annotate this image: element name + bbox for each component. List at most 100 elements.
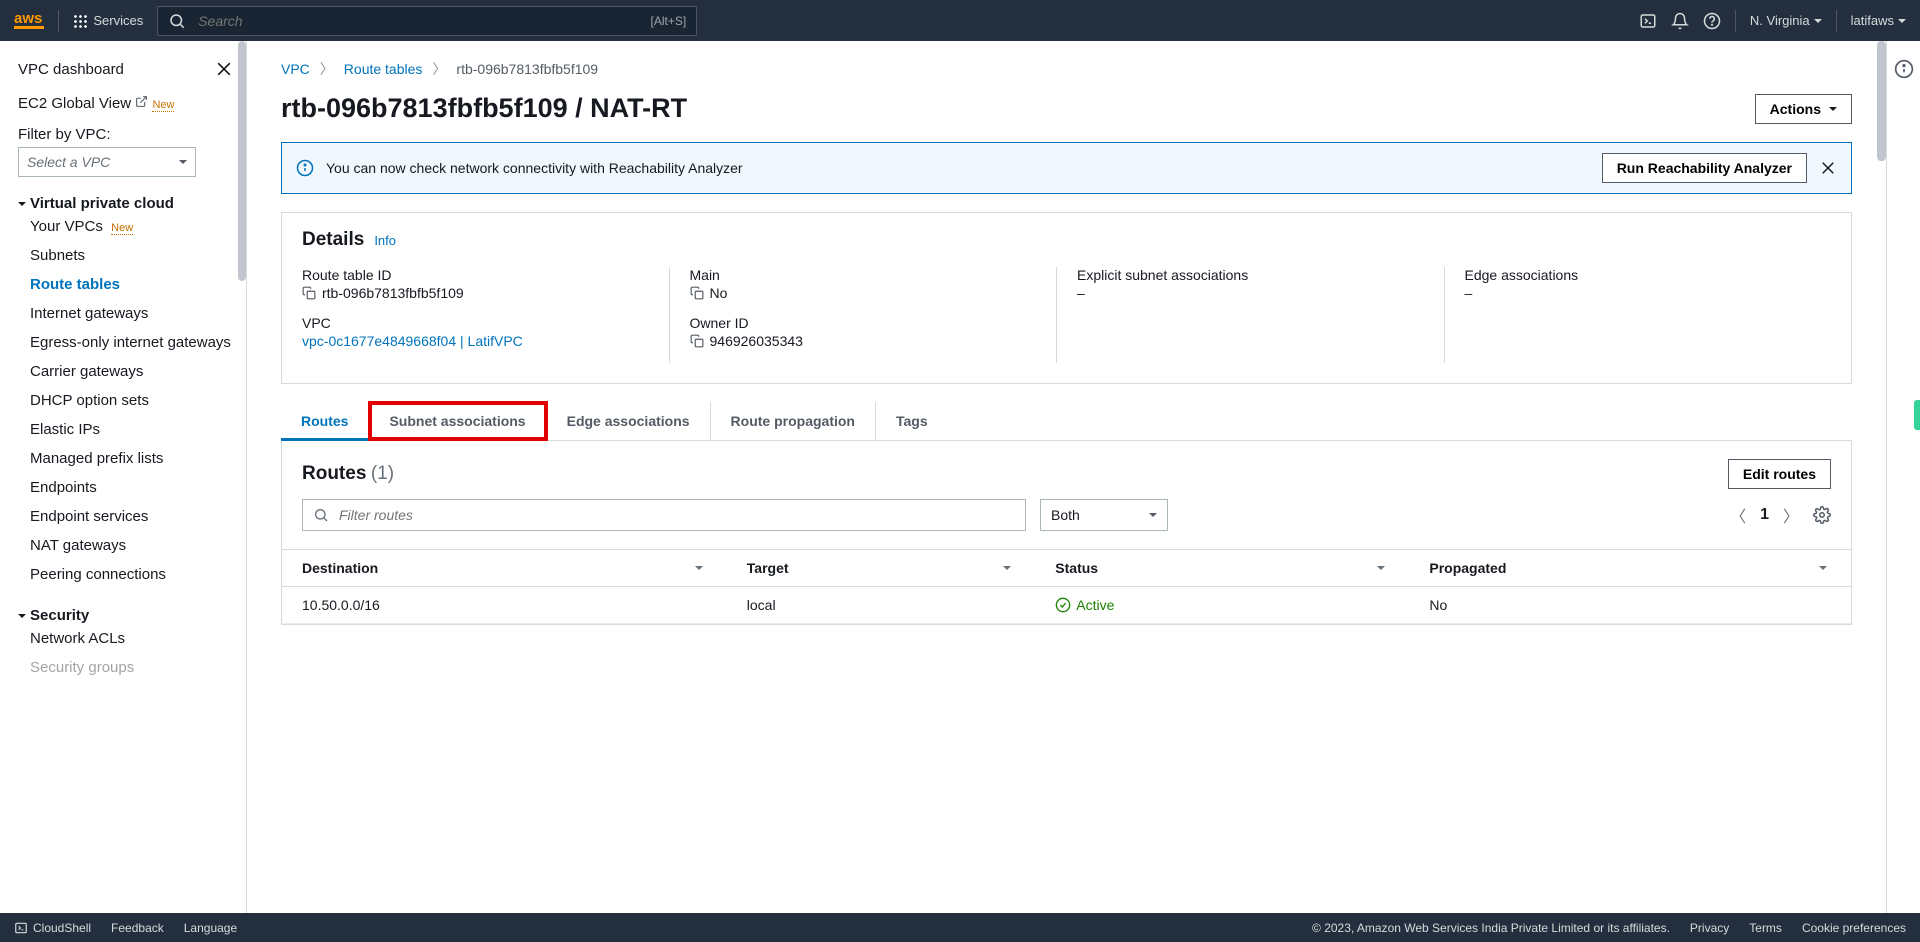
- filter-vpc-label: Filter by VPC:: [18, 126, 234, 143]
- sidebar-item-subnets[interactable]: Subnets: [18, 241, 234, 270]
- breadcrumb-current: rtb-096b7813fbfb5f109: [456, 61, 598, 77]
- sidebar-item-endpoint-services[interactable]: Endpoint services: [18, 502, 234, 531]
- tab-route-propagation[interactable]: Route propagation: [711, 402, 876, 440]
- new-badge: New: [152, 99, 174, 112]
- col-status[interactable]: Status: [1035, 550, 1409, 587]
- col-target[interactable]: Target: [727, 550, 1036, 587]
- routes-count: (1): [371, 463, 394, 484]
- terms-link[interactable]: Terms: [1749, 921, 1782, 935]
- breadcrumb-route-tables[interactable]: Route tables: [344, 61, 423, 77]
- explicit-subnet-value: –: [1077, 285, 1444, 301]
- divider: [58, 10, 59, 32]
- vpc-link[interactable]: vpc-0c1677e4849668f04 | LatifVPC: [302, 333, 523, 349]
- info-link[interactable]: Info: [374, 233, 396, 248]
- sidebar-item-your-vpcs[interactable]: Your VPCs New: [18, 212, 234, 241]
- pagination: 〈 1 〉: [1730, 503, 1831, 527]
- sidebar: VPC dashboard EC2 Global View New Filter…: [0, 41, 247, 913]
- tab-tags[interactable]: Tags: [876, 402, 948, 440]
- chevron-right-icon: 〉: [320, 59, 334, 79]
- cloudshell-link[interactable]: CloudShell: [14, 921, 91, 935]
- routes-table: Destination Target Status Propagated 10.…: [282, 549, 1851, 624]
- filter-routes-input[interactable]: [302, 499, 1026, 531]
- close-icon[interactable]: [214, 59, 234, 79]
- info-icon[interactable]: [1894, 59, 1914, 79]
- breadcrumb-vpc[interactable]: VPC: [281, 61, 310, 77]
- detail-label: VPC: [302, 315, 669, 331]
- main-content: VPC 〉 Route tables 〉 rtb-096b7813fbfb5f1…: [247, 41, 1886, 913]
- caret-down-icon: [1898, 19, 1906, 23]
- vpc-select[interactable]: Select a VPC: [18, 147, 196, 177]
- sidebar-item-nat-gateways[interactable]: NAT gateways: [18, 531, 234, 560]
- sidebar-item-endpoints[interactable]: Endpoints: [18, 473, 234, 502]
- tabs: Routes Subnet associations Edge associat…: [281, 402, 1852, 441]
- cell-propagated: No: [1409, 587, 1851, 624]
- detail-label: Route table ID: [302, 267, 669, 283]
- sidebar-item-peering[interactable]: Peering connections: [18, 560, 234, 589]
- both-select[interactable]: Both: [1040, 499, 1168, 531]
- feedback-tab[interactable]: [1914, 400, 1920, 430]
- search-input[interactable]: [Alt+S]: [157, 6, 697, 36]
- privacy-link[interactable]: Privacy: [1690, 921, 1729, 935]
- prev-page-button[interactable]: 〈: [1730, 503, 1746, 527]
- sidebar-item-dhcp[interactable]: DHCP option sets: [18, 386, 234, 415]
- next-page-button[interactable]: 〉: [1783, 503, 1799, 527]
- user-menu[interactable]: latifaws: [1851, 13, 1906, 28]
- sidebar-item-security-groups[interactable]: Security groups: [18, 653, 234, 682]
- caret-down-icon: [1829, 107, 1837, 111]
- sidebar-item-route-tables[interactable]: Route tables: [18, 270, 234, 299]
- edit-routes-button[interactable]: Edit routes: [1728, 459, 1831, 489]
- grid-icon: [73, 14, 87, 28]
- cookie-link[interactable]: Cookie preferences: [1802, 921, 1906, 935]
- cell-destination: 10.50.0.0/16: [282, 587, 727, 624]
- page-title: rtb-096b7813fbfb5f109 / NAT-RT: [281, 93, 687, 124]
- region-selector[interactable]: N. Virginia: [1750, 13, 1822, 28]
- reachability-banner: You can now check network connectivity w…: [281, 142, 1852, 194]
- filter-field[interactable]: [337, 506, 1015, 524]
- gear-icon[interactable]: [1813, 506, 1831, 524]
- copy-icon[interactable]: [690, 286, 704, 300]
- sidebar-item-egress-gateways[interactable]: Egress-only internet gateways: [18, 328, 234, 357]
- aws-logo[interactable]: aws: [14, 12, 44, 29]
- scrollbar[interactable]: [238, 41, 246, 281]
- col-propagated[interactable]: Propagated: [1409, 550, 1851, 587]
- table-row[interactable]: 10.50.0.0/16 local Active No: [282, 587, 1851, 624]
- language-link[interactable]: Language: [184, 921, 237, 935]
- detail-label: Explicit subnet associations: [1077, 267, 1444, 283]
- col-destination[interactable]: Destination: [282, 550, 727, 587]
- search-field[interactable]: [196, 12, 640, 30]
- actions-button[interactable]: Actions: [1755, 94, 1852, 124]
- external-link-icon: [135, 95, 148, 108]
- search-icon: [313, 507, 329, 523]
- sidebar-section-security[interactable]: Security: [18, 607, 234, 624]
- sidebar-item-internet-gateways[interactable]: Internet gateways: [18, 299, 234, 328]
- tab-edge-associations[interactable]: Edge associations: [547, 402, 711, 440]
- sort-icon: [695, 566, 703, 570]
- tab-routes[interactable]: Routes: [281, 402, 369, 440]
- copy-icon[interactable]: [690, 334, 704, 348]
- sidebar-item-dashboard[interactable]: VPC dashboard: [18, 61, 124, 78]
- sidebar-item-elastic-ips[interactable]: Elastic IPs: [18, 415, 234, 444]
- bell-icon[interactable]: [1671, 12, 1689, 30]
- tab-subnet-associations[interactable]: Subnet associations: [369, 402, 546, 440]
- owner-id-value: 946926035343: [710, 333, 803, 349]
- close-icon[interactable]: [1819, 159, 1837, 177]
- sidebar-section-vpc[interactable]: Virtual private cloud: [18, 195, 234, 212]
- sidebar-item-ec2-global[interactable]: EC2 Global View: [18, 95, 131, 112]
- divider: [1735, 10, 1736, 32]
- info-icon: [296, 159, 314, 177]
- main-value: No: [710, 285, 728, 301]
- cloudshell-icon[interactable]: [1639, 12, 1657, 30]
- sidebar-item-network-acls[interactable]: Network ACLs: [18, 624, 234, 653]
- copy-icon[interactable]: [302, 286, 316, 300]
- help-icon[interactable]: [1703, 12, 1721, 30]
- sidebar-item-carrier-gateways[interactable]: Carrier gateways: [18, 357, 234, 386]
- sidebar-item-prefix-lists[interactable]: Managed prefix lists: [18, 444, 234, 473]
- feedback-link[interactable]: Feedback: [111, 921, 164, 935]
- scrollbar[interactable]: [1877, 41, 1886, 161]
- details-title: Details: [302, 229, 364, 251]
- services-menu[interactable]: Services: [73, 13, 143, 28]
- run-reachability-button[interactable]: Run Reachability Analyzer: [1602, 153, 1807, 183]
- route-table-id-value: rtb-096b7813fbfb5f109: [322, 285, 464, 301]
- caret-down-icon: [1814, 19, 1822, 23]
- edge-assoc-value: –: [1465, 285, 1832, 301]
